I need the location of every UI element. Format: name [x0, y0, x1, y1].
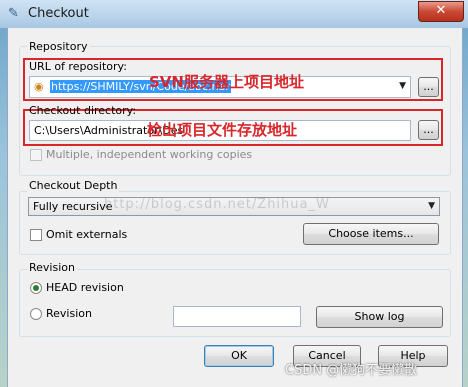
revision-group-label: Revision	[27, 261, 77, 274]
head-revision-radio[interactable]	[30, 282, 42, 294]
directory-annotation: 检出项目文件存放地址	[147, 121, 298, 139]
revision-input[interactable]	[173, 306, 301, 327]
csdn-watermark: CSDN @懒狗不要懒散	[285, 363, 418, 378]
choose-items-button[interactable]: Choose items...	[303, 223, 439, 245]
title-bar: ✎ Checkout ✕	[0, 0, 468, 28]
url-watermark: http://blog.csdn.net/Zhihua_W	[104, 197, 330, 212]
chevron-down-icon: ▼	[399, 81, 406, 91]
omit-externals-checkbox[interactable]	[30, 229, 42, 241]
show-log-button[interactable]: Show log	[316, 306, 443, 328]
directory-browse-button[interactable]: ...	[418, 120, 439, 140]
repository-group-label: Repository	[27, 40, 90, 53]
depth-value: Fully recursive	[33, 200, 113, 213]
url-label: URL of repository:	[29, 60, 127, 73]
revision-label: Revision	[46, 307, 92, 320]
close-icon: ✕	[435, 3, 447, 18]
window-title: Checkout	[28, 6, 89, 21]
url-browse-button[interactable]: ...	[418, 77, 439, 97]
head-revision-label: HEAD revision	[46, 281, 124, 294]
directory-label: Checkout directory:	[29, 104, 137, 117]
chevron-down-icon: ▼	[428, 201, 435, 211]
ok-button[interactable]: OK	[204, 345, 274, 367]
multiple-label: Multiple, independent working copies	[46, 148, 253, 161]
depth-group-label: Checkout Depth	[27, 179, 120, 192]
multiple-checkbox[interactable]	[30, 149, 42, 161]
web-icon: ◉	[34, 80, 44, 93]
url-annotation: SVN服务器上项目地址	[149, 73, 304, 91]
svn-icon: ✎	[8, 6, 19, 21]
omit-externals-label: Omit externals	[46, 228, 128, 241]
close-button[interactable]: ✕	[418, 1, 464, 22]
revision-radio[interactable]	[30, 308, 42, 320]
